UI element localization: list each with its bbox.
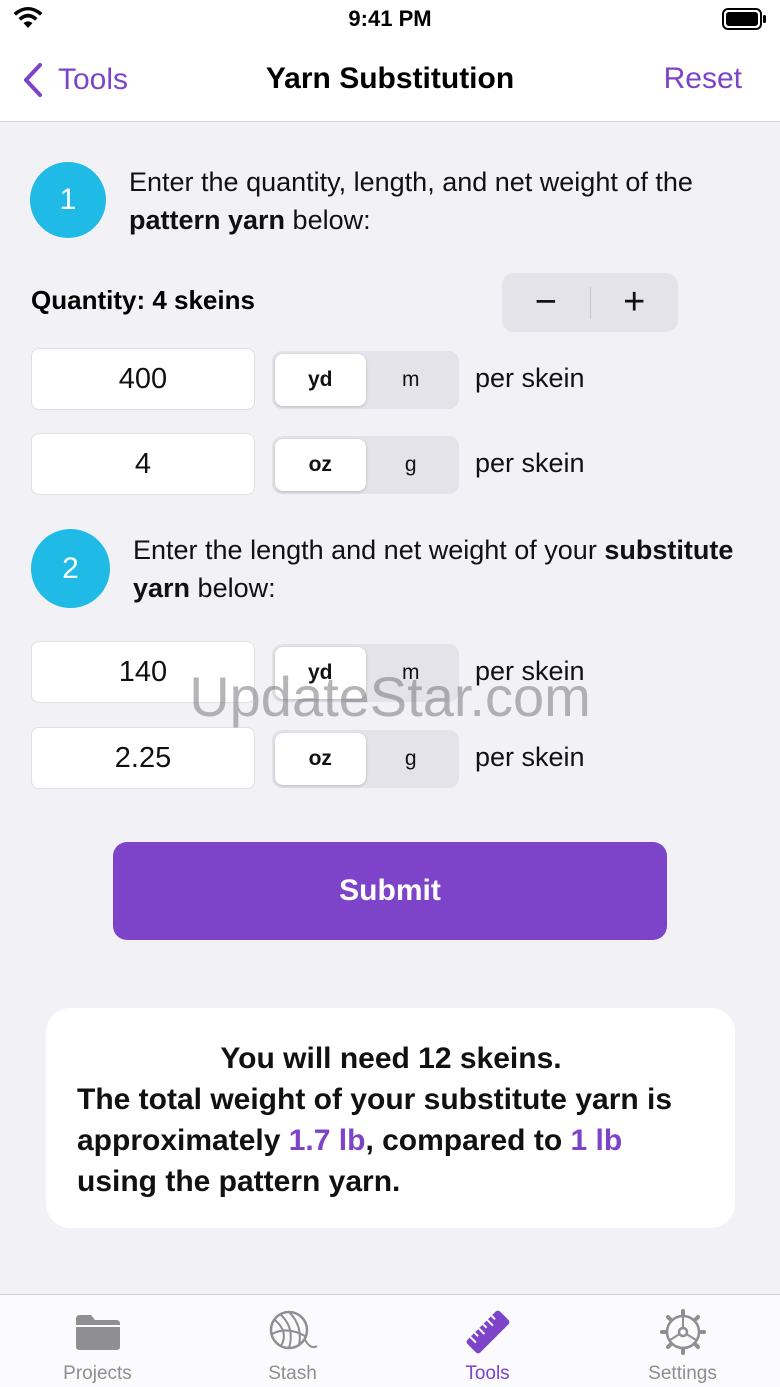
unit-option-m[interactable]: m	[366, 647, 457, 699]
unit-option-g[interactable]: g	[366, 439, 457, 491]
per-skein-label: per skein	[475, 742, 585, 772]
tab-projects[interactable]: Projects	[0, 1295, 195, 1387]
pattern-total-weight: 1 lb	[570, 1124, 623, 1157]
status-bar: 9:41 PM	[0, 0, 780, 40]
weight-comparison-text: The total weight of your substitute yarn…	[77, 1083, 673, 1198]
substitute-length-unit-selector[interactable]: yd m	[272, 644, 459, 702]
submit-button[interactable]: Submit	[113, 842, 667, 940]
quantity-stepper[interactable]: − +	[502, 273, 678, 332]
ruler-icon	[466, 1310, 509, 1354]
unit-option-m[interactable]: m	[366, 354, 457, 406]
unit-option-g[interactable]: g	[366, 733, 457, 785]
step-1-instructions: Enter the quantity, length, and net weig…	[129, 167, 693, 235]
pattern-weight-unit-selector[interactable]: oz g	[272, 436, 459, 494]
pattern-weight-input[interactable]: 4	[31, 433, 255, 495]
step-1-badge: 1	[30, 162, 106, 238]
quantity-label: Quantity: 4 skeins	[31, 285, 255, 315]
substitute-weight-unit-selector[interactable]: oz g	[272, 730, 459, 788]
skeins-needed-text: You will need 12 skeins.	[220, 1042, 562, 1075]
increment-button[interactable]: +	[591, 273, 679, 332]
per-skein-label: per skein	[475, 656, 585, 686]
tab-stash[interactable]: Stash	[195, 1295, 390, 1387]
folder-icon	[75, 1315, 120, 1350]
step-1-emphasis: pattern yarn	[129, 205, 286, 235]
step-2-badge: 2	[31, 529, 110, 608]
substitute-total-weight: 1.7 lb	[288, 1124, 366, 1157]
per-skein-label: per skein	[475, 448, 585, 478]
yarn-ball-icon	[269, 1310, 318, 1350]
gear-icon	[659, 1309, 706, 1355]
status-time: 9:41 PM	[348, 6, 432, 31]
step-2-instructions: Enter the length and net weight of your …	[133, 535, 734, 603]
unit-option-yd[interactable]: yd	[275, 647, 366, 699]
unit-option-oz[interactable]: oz	[275, 439, 366, 491]
substitute-length-input[interactable]: 140	[31, 641, 255, 703]
unit-option-oz[interactable]: oz	[275, 733, 366, 785]
result-card: You will need 12 skeins. The total weigh…	[46, 1008, 735, 1228]
per-skein-label: per skein	[475, 363, 585, 393]
tab-bar: Projects Stash Tools Settings	[0, 1294, 780, 1387]
navigation-bar: Tools Yarn Substitution Reset	[0, 40, 780, 122]
unit-option-yd[interactable]: yd	[275, 354, 366, 406]
pattern-length-unit-selector[interactable]: yd m	[272, 351, 459, 409]
substitute-weight-input[interactable]: 2.25	[31, 727, 255, 789]
tab-settings[interactable]: Settings	[585, 1295, 780, 1387]
decrement-button[interactable]: −	[502, 273, 590, 332]
reset-button[interactable]: Reset	[664, 62, 742, 96]
tab-tools[interactable]: Tools	[390, 1295, 585, 1387]
pattern-length-input[interactable]: 400	[31, 348, 255, 410]
battery-icon	[722, 8, 766, 30]
